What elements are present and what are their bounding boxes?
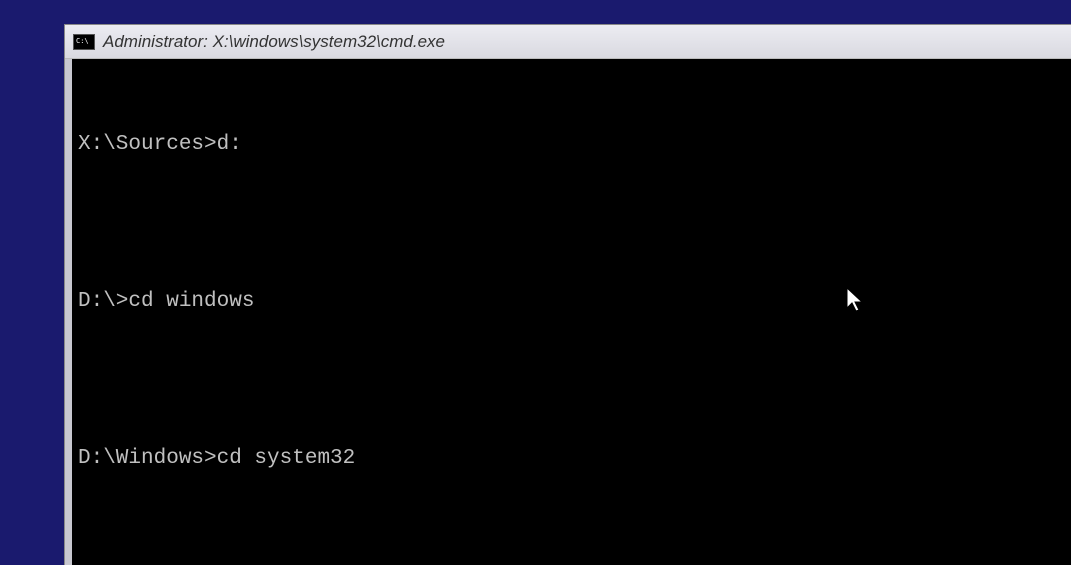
scrollbar[interactable]: [65, 59, 72, 565]
cmd-window: Administrator: X:\windows\system32\cmd.e…: [64, 24, 1071, 565]
cmd-icon: [73, 34, 95, 50]
window-title: Administrator: X:\windows\system32\cmd.e…: [103, 32, 445, 52]
terminal-content: X:\Sources>d: D:\>cd windows D:\Windows>…: [78, 79, 1065, 565]
prompt: D:\Windows>: [78, 447, 217, 470]
command-text: cd windows: [128, 290, 254, 313]
command-text: d:: [217, 133, 242, 156]
command-text: cd system32: [217, 447, 356, 470]
titlebar[interactable]: Administrator: X:\windows\system32\cmd.e…: [65, 25, 1071, 59]
prompt: X:\Sources>: [78, 133, 217, 156]
prompt: D:\>: [78, 290, 128, 313]
terminal[interactable]: X:\Sources>d: D:\>cd windows D:\Windows>…: [72, 59, 1071, 565]
